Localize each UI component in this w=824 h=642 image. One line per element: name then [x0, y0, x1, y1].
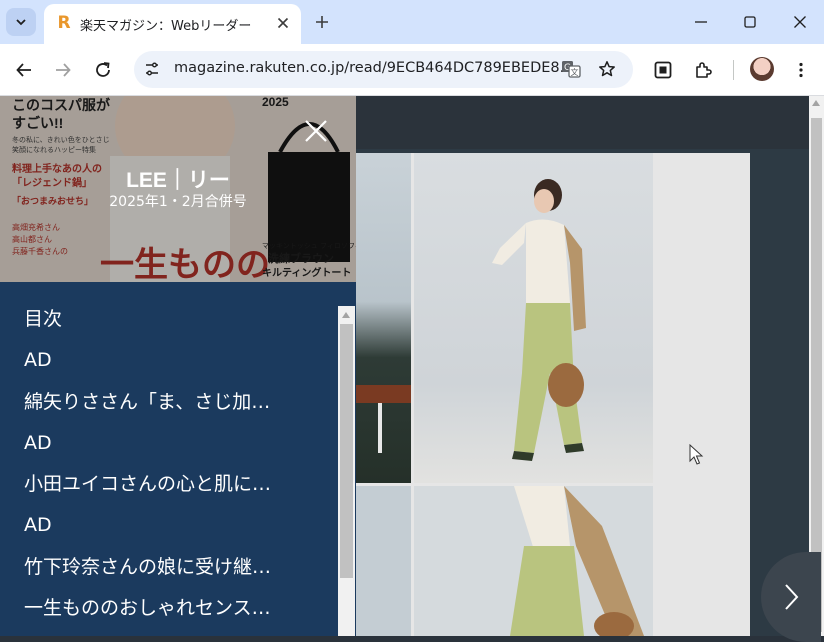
reload-button[interactable]: [89, 56, 117, 84]
toc-scrollbar[interactable]: [338, 306, 355, 636]
tab-strip: R 楽天マガジン：Webリーダー: [0, 0, 824, 44]
bookmark-star-button[interactable]: [596, 58, 618, 80]
new-tab-icon: [316, 16, 328, 28]
fashion-photo-bottom: [414, 486, 653, 636]
minimize-icon: [695, 21, 707, 23]
table-illustration: [356, 385, 411, 453]
page-photo-strip-top: [356, 153, 411, 483]
scroll-up-arrow-icon[interactable]: [342, 312, 350, 318]
chevron-down-icon: [16, 19, 26, 26]
url-text: magazine.rakuten.co.jp/read/9ECB464DC789…: [174, 60, 574, 76]
back-icon: [16, 63, 31, 77]
maximize-button[interactable]: [735, 8, 765, 36]
new-tab-button[interactable]: [310, 10, 334, 34]
model-illustration-2: [510, 486, 644, 636]
close-window-icon: [794, 16, 806, 28]
toc-item[interactable]: 竹下玲奈さんの娘に受け継…: [24, 552, 324, 593]
site-info-icon: [146, 62, 158, 76]
close-icon[interactable]: [303, 118, 329, 144]
fashion-photo-top: [414, 153, 653, 483]
more-menu-button[interactable]: [787, 56, 815, 84]
active-tab[interactable]: R 楽天マガジン：Webリーダー: [44, 4, 301, 44]
toc-list: 目次 AD 綿矢りささん「ま、さじ加… AD 小田ユイコさんの心と肌に… AD …: [24, 304, 324, 634]
address-bar[interactable]: magazine.rakuten.co.jp/read/9ECB464DC789…: [134, 51, 633, 88]
browser-toolbar: magazine.rakuten.co.jp/read/9ECB464DC789…: [0, 44, 824, 96]
close-icon: [277, 17, 289, 29]
toolbar-separator: [733, 60, 734, 80]
page-photo-strip-bottom: [356, 486, 411, 636]
tab-search-extension-button[interactable]: [649, 56, 677, 84]
tab-search-extension-icon: [654, 61, 672, 79]
close-tab-button[interactable]: [272, 12, 294, 34]
magazine-title: LEE｜リー: [126, 169, 230, 192]
tab-search-button[interactable]: [6, 8, 36, 36]
rakuten-favicon-icon: R: [57, 13, 71, 33]
model-illustration: [492, 179, 586, 461]
extensions-button[interactable]: [689, 56, 717, 84]
avatar[interactable]: [750, 57, 774, 81]
reload-icon: [96, 62, 110, 77]
extensions-icon: [696, 62, 712, 78]
table-of-contents: 目次 AD 綿矢りささん「ま、さじ加… AD 小田ユイコさんの心と肌に… AD …: [0, 282, 356, 636]
chevron-right-icon: [785, 584, 799, 610]
translate-icon[interactable]: G文: [561, 59, 581, 79]
svg-text:文: 文: [571, 67, 579, 77]
magazine-issue: 2025年1・2月合併号: [109, 194, 247, 210]
toc-item[interactable]: AD: [24, 345, 324, 386]
tab-title: 楽天マガジン：Webリーダー: [80, 19, 252, 34]
forward-button[interactable]: [49, 56, 77, 84]
mouse-cursor-icon: [689, 444, 704, 465]
more-menu-icon: [799, 62, 803, 78]
toc-item[interactable]: 目次: [24, 304, 324, 345]
toc-item[interactable]: 小田ユイコさんの心と肌に…: [24, 469, 324, 510]
forward-icon: [56, 63, 71, 77]
maximize-icon: [744, 16, 756, 28]
viewer-header: [356, 96, 824, 149]
minimize-button[interactable]: [686, 8, 716, 36]
scroll-up-arrow-icon[interactable]: [812, 100, 820, 106]
toc-scrollbar-thumb[interactable]: [340, 324, 353, 578]
back-button[interactable]: [10, 56, 38, 84]
bookmark-star-icon: [599, 61, 615, 77]
toc-item[interactable]: AD: [24, 428, 324, 469]
close-window-button[interactable]: [785, 8, 815, 36]
toc-item[interactable]: 一生もののおしゃれセンス…: [24, 593, 324, 634]
site-info-button[interactable]: [142, 59, 162, 79]
toc-item[interactable]: AD: [24, 510, 324, 551]
toc-item[interactable]: 綿矢りささん「ま、さじ加…: [24, 387, 324, 428]
